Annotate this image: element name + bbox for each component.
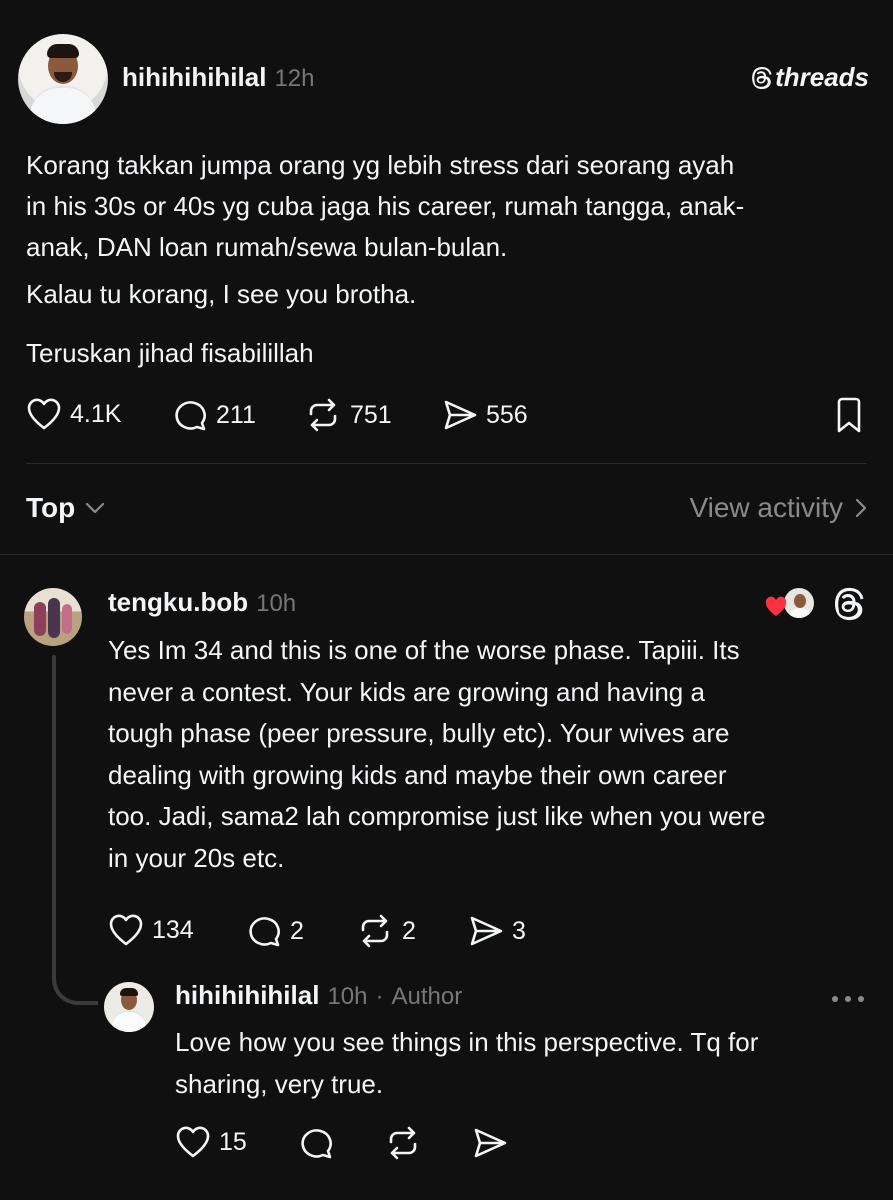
nested-reply-like-count: 15 xyxy=(219,1127,247,1156)
nested-reply-timestamp: 10h xyxy=(327,983,368,1010)
reply-reply-count: 2 xyxy=(290,916,304,945)
reply-share-button[interactable]: 3 xyxy=(468,913,526,949)
nested-reply-body: Love how you see things in this perspect… xyxy=(175,1022,875,1105)
reply-like-count: 134 xyxy=(152,915,194,944)
nested-reply-share-button[interactable] xyxy=(472,1125,508,1161)
post-like-button[interactable]: 4.1K xyxy=(26,397,121,431)
post-author-avatar[interactable] xyxy=(18,34,108,124)
nested-reply-author-username[interactable]: hihihihihilal xyxy=(175,980,319,1011)
view-activity-link[interactable]: View activity xyxy=(689,492,867,524)
reply-line: tough phase (peer pressure, bully etc). … xyxy=(108,718,730,748)
repost-icon xyxy=(384,1125,422,1161)
liked-by-author-badge xyxy=(764,586,820,622)
post-body: Korang takkan jumpa orang yg lebih stres… xyxy=(26,145,876,374)
heart-icon xyxy=(26,397,62,431)
heart-filled-icon xyxy=(764,596,788,618)
threads-logo-text: threads xyxy=(775,62,869,92)
divider xyxy=(26,463,867,464)
reply-body: Yes Im 34 and this is one of the worse p… xyxy=(108,630,878,879)
reply-line: too. Jadi, sama2 lah compromise just lik… xyxy=(108,801,766,831)
sort-dropdown[interactable]: Top xyxy=(26,492,105,524)
post-line: Kalau tu korang, I see you brotha. xyxy=(26,279,417,309)
chevron-right-icon xyxy=(855,498,867,518)
reply-line: never a contest. Your kids are growing a… xyxy=(108,676,705,707)
post-reply-button[interactable]: 211 xyxy=(172,397,256,433)
post-reply-count: 211 xyxy=(216,400,256,429)
author-badge: Author xyxy=(391,983,463,1010)
reply-share-count: 3 xyxy=(512,916,526,945)
post-line: anak, DAN loan rumah/sewa bulan-bulan. xyxy=(26,232,508,262)
more-icon[interactable] xyxy=(831,994,865,1004)
post-timestamp: 12h xyxy=(274,65,315,92)
post-repost-button[interactable]: 751 xyxy=(304,397,392,433)
post-like-count: 4.1K xyxy=(70,399,122,428)
reply-timestamp: 10h xyxy=(256,590,297,617)
post-share-button[interactable]: 556 xyxy=(442,397,528,433)
post-repost-count: 751 xyxy=(350,400,392,429)
thread-line xyxy=(52,655,56,977)
threads-logo[interactable]: threads xyxy=(749,62,869,93)
view-activity-label: View activity xyxy=(689,492,843,523)
send-icon xyxy=(472,1125,508,1161)
nested-reply-reply-button[interactable] xyxy=(298,1125,334,1161)
post-line: Teruskan jihad fisabilillah xyxy=(26,338,314,368)
repost-icon xyxy=(356,913,394,949)
reply-line: dealing with growing kids and maybe thei… xyxy=(108,759,727,790)
reply-author-avatar[interactable] xyxy=(24,588,82,646)
nested-reply-author-row: hihihihihilal 10h · Author xyxy=(175,980,462,1011)
post-author-username[interactable]: hihihihihilal xyxy=(122,62,266,93)
bookmark-icon[interactable] xyxy=(832,397,866,435)
comment-icon xyxy=(298,1125,334,1161)
threads-logo-icon[interactable] xyxy=(830,585,866,623)
reply-line: Yes Im 34 and this is one of the worse p… xyxy=(108,635,740,665)
comment-icon xyxy=(246,913,282,949)
reply-like-button[interactable]: 134 xyxy=(108,913,194,947)
divider xyxy=(0,554,893,555)
post-line: in his 30s or 40s yg cuba jaga his caree… xyxy=(26,191,745,221)
send-icon xyxy=(468,913,504,949)
reply-repost-count: 2 xyxy=(402,916,416,945)
separator-dot: · xyxy=(375,983,384,1010)
thread-connector xyxy=(52,955,98,1005)
reply-reply-button[interactable]: 2 xyxy=(246,913,304,949)
nested-reply-like-button[interactable]: 15 xyxy=(175,1125,247,1159)
nested-reply-line: Love how you see things in this perspect… xyxy=(175,1027,759,1057)
post-share-count: 556 xyxy=(486,400,528,429)
reply-line: in your 20s etc. xyxy=(108,842,285,873)
post-author-row: hihihihihilal 12h xyxy=(122,62,314,93)
comment-icon xyxy=(172,397,208,433)
reply-author-username[interactable]: tengku.bob xyxy=(108,587,248,618)
post-line: Korang takkan jumpa orang yg lebih stres… xyxy=(26,150,735,180)
send-icon xyxy=(442,397,478,433)
heart-icon xyxy=(108,913,144,947)
nested-reply-line: sharing, very true. xyxy=(175,1068,384,1099)
repost-icon xyxy=(304,397,342,433)
reply-repost-button[interactable]: 2 xyxy=(356,913,416,949)
nested-reply-repost-button[interactable] xyxy=(384,1125,422,1161)
sort-label: Top xyxy=(26,492,76,523)
heart-icon xyxy=(175,1125,211,1159)
nested-reply-author-avatar[interactable] xyxy=(104,982,154,1032)
threads-logo-icon xyxy=(749,65,773,91)
chevron-down-icon xyxy=(85,501,105,515)
reply-author-row: tengku.bob 10h xyxy=(108,587,296,618)
